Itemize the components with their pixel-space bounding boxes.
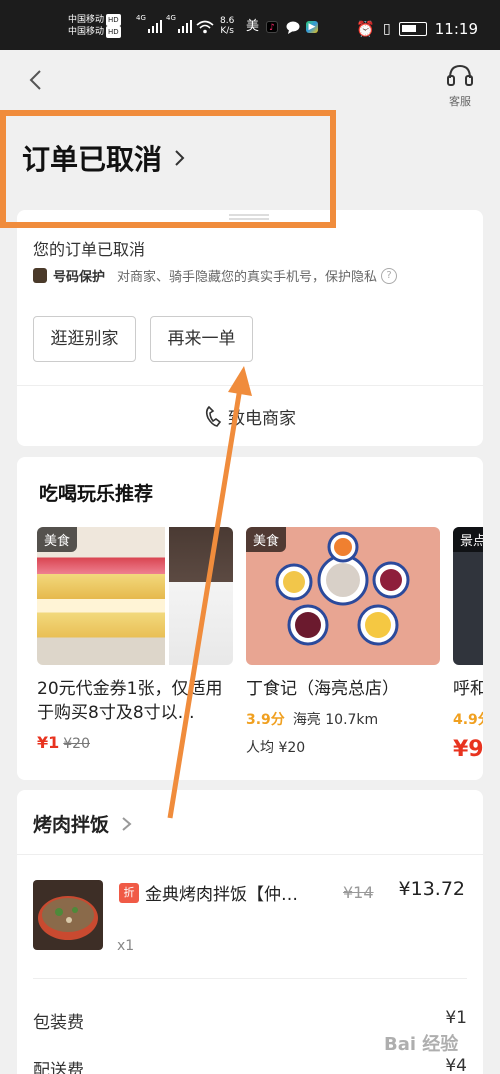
net-speed: 8.6 K/s: [220, 16, 235, 36]
rice-bowl-graphic: [38, 896, 98, 940]
fee-label: 包装费: [33, 1013, 84, 1033]
location: 海亮 10.7km: [292, 712, 379, 728]
avg-price: 人均 ¥20: [246, 740, 306, 756]
order-status-card: 您的订单已取消 号码保护 对商家、骑手隐藏您的真实手机号，保护隐私 ? 逛逛别家…: [17, 210, 483, 446]
order-status-title[interactable]: 订单已取消: [22, 138, 186, 178]
customer-service-label: 客服: [449, 95, 471, 108]
recommend-title: 吃喝玩乐推荐: [39, 483, 154, 505]
food-name: 金典烤肉拌饭【仲…: [145, 885, 298, 905]
signal-icon-1: 4G: [136, 14, 162, 33]
recommendation-card: 吃喝玩乐推荐 美食 20元代金券1张，仅适用于购买8寸及8寸以… ¥1 ¥20 美…: [17, 457, 483, 780]
dessert-image: 美食: [246, 527, 440, 665]
signal-label-2: 4G: [166, 14, 176, 22]
recommend-tag-3: 景点: [453, 527, 483, 552]
food-image: [33, 880, 103, 950]
chevron-right-icon: [175, 150, 185, 166]
fee-label: 配送费: [33, 1061, 84, 1074]
page-title: 订单已取消: [22, 143, 163, 176]
message-icon: [286, 21, 300, 34]
recommend-item-2[interactable]: 美食 丁食记（海亮总店） 3.9分 海亮 10.7km 人均 ¥20: [246, 527, 440, 757]
food-price: ¥13.72: [398, 878, 465, 900]
recommend-meta-2: 3.9分 海亮 10.7km: [246, 709, 440, 729]
food-quantity: x1: [117, 938, 135, 954]
recommend-price-1: ¥1 ¥20: [37, 733, 233, 752]
status-right: ⏰ ▯ 11:19: [356, 20, 478, 38]
watermark: Bai 经验: [384, 1034, 459, 1055]
recommend-name-3: 呼和: [453, 679, 483, 699]
recommend-price-3: ¥9.: [453, 737, 483, 762]
recommend-rating-3: 4.9分: [453, 712, 483, 728]
privacy-notice: 号码保护 对商家、骑手隐藏您的真实手机号，保护隐私 ?: [33, 266, 398, 285]
divider: [17, 854, 483, 855]
browse-other-shops-button[interactable]: 逛逛别家: [33, 316, 136, 362]
status-bar: 中国移动 HD 中国移动 HD 4G 4G 8.6 K/s 美 ♪ ▶ ⏰ ▯ 11…: [0, 0, 500, 50]
call-merchant-label: 致电商家: [228, 408, 296, 429]
order-status-text: 您的订单已取消: [33, 240, 146, 259]
recommend-item-1[interactable]: 美食 20元代金券1张，仅适用于购买8寸及8寸以… ¥1 ¥20: [37, 527, 233, 752]
food-original-price: ¥14: [343, 883, 374, 902]
clock-time: 11:19: [434, 20, 478, 38]
battery-icon: [398, 22, 427, 36]
headset-icon: [447, 64, 473, 86]
original-price: ¥20: [63, 736, 90, 752]
reorder-button[interactable]: 再来一单: [150, 316, 253, 362]
tiktok-icon: ♪: [266, 21, 278, 33]
discount-badge: 折: [119, 883, 139, 903]
phone-shield-icon: [33, 268, 47, 283]
divider: [33, 978, 467, 979]
signal-icon-2: 4G: [166, 14, 192, 33]
recommend-item-3[interactable]: 景点 呼和 4.9分 ¥9.: [453, 527, 483, 762]
recommend-name-2: 丁食记（海亮总店）: [246, 679, 399, 699]
back-button[interactable]: [24, 68, 48, 92]
privacy-desc: 对商家、骑手隐藏您的真实手机号，保护隐私: [117, 270, 378, 285]
delivery-fee-row: 配送费 ¥4: [33, 1056, 467, 1074]
rating: 3.9分: [246, 712, 285, 728]
hd-badge-2: HD: [106, 26, 121, 38]
alarm-icon: ⏰: [356, 20, 376, 38]
recommend-tag-1: 美食: [37, 527, 78, 552]
fee-value: ¥4: [445, 1056, 467, 1074]
deal-price: ¥1: [37, 733, 60, 752]
meituan-app-icon: 美: [246, 19, 260, 34]
cake-image: 美食: [37, 527, 233, 665]
chevron-left-icon: [29, 70, 41, 90]
privacy-title: 号码保护: [53, 270, 106, 285]
recommend-name-1: 20元代金券1张，仅适用于购买8寸及8寸以…: [37, 679, 223, 723]
play-store-icon: ▶: [306, 21, 318, 33]
help-icon[interactable]: ?: [381, 267, 398, 284]
wifi-icon: [196, 20, 214, 34]
call-merchant-button[interactable]: 致电商家: [17, 386, 483, 446]
hd-badge-1: HD: [106, 14, 121, 26]
top-bar: 客服: [0, 50, 500, 108]
drag-handle[interactable]: [229, 214, 269, 220]
shop-name: 烤肉拌饭: [33, 814, 110, 836]
chevron-right-icon: [122, 816, 132, 831]
vibrate-icon: ▯: [383, 21, 391, 37]
carrier-info: 中国移动 HD 中国移动 HD: [68, 14, 121, 38]
signal-label-1: 4G: [136, 14, 146, 22]
customer-service-button[interactable]: 客服: [444, 64, 476, 109]
carrier-1: 中国移动: [68, 15, 105, 25]
attraction-image: 景点: [453, 527, 483, 665]
shop-name-link[interactable]: 烤肉拌饭: [33, 810, 133, 837]
carrier-2: 中国移动: [68, 27, 105, 37]
dessert-bowls-graphic: [275, 531, 410, 646]
phone-icon: [205, 405, 222, 427]
